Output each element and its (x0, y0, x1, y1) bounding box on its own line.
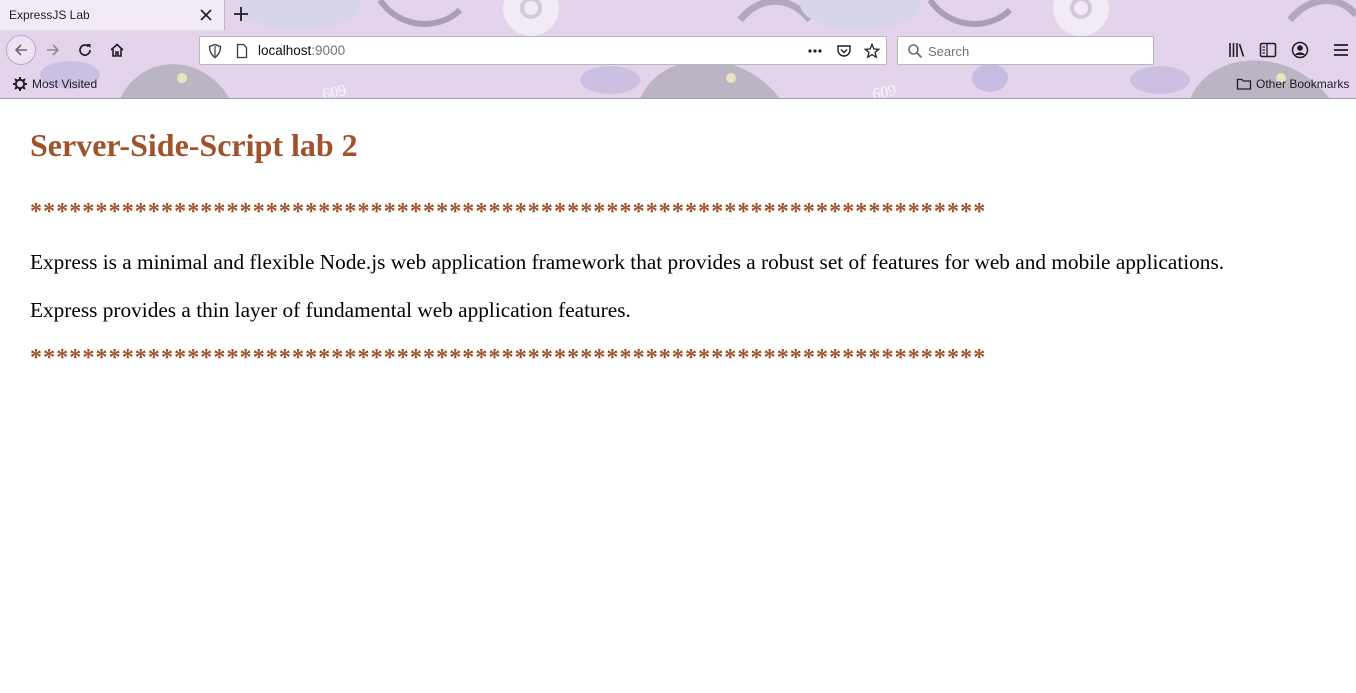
search-placeholder: Search (928, 44, 970, 59)
folder-icon (1236, 78, 1252, 90)
hamburger-menu-icon[interactable] (1331, 40, 1351, 60)
paragraph-detail: Express provides a thin layer of fundame… (30, 298, 631, 322)
tab-title: ExpressJS Lab (9, 8, 90, 22)
bookmark-label: Most Visited (32, 77, 98, 91)
navigation-toolbar: localhost:9000 Search (0, 30, 1356, 70)
browser-chrome: 609 609 ExpressJS Lab localhost:9000 Sea… (0, 0, 1356, 99)
reload-icon (79, 44, 91, 56)
forward-button[interactable] (40, 37, 66, 63)
close-icon[interactable] (197, 6, 215, 24)
reload-button[interactable] (72, 37, 98, 63)
url-port: :9000 (311, 43, 346, 58)
address-bar[interactable]: localhost:9000 (199, 36, 887, 65)
arrow-left-icon (14, 44, 27, 56)
sidebar-icon[interactable] (1258, 40, 1278, 60)
search-icon (908, 44, 923, 59)
star-icon[interactable] (864, 43, 880, 59)
shield-icon[interactable] (207, 43, 223, 59)
pocket-icon[interactable] (836, 43, 852, 59)
plus-icon[interactable] (231, 4, 251, 24)
tab-bar: ExpressJS Lab (0, 0, 1356, 30)
account-icon[interactable] (1290, 40, 1310, 60)
bookmark-most-visited[interactable]: Most Visited (12, 76, 97, 92)
arrow-right-icon (47, 44, 60, 56)
url-text: localhost:9000 (258, 43, 345, 58)
home-button[interactable] (104, 37, 130, 63)
bookmark-label: Other Bookmarks (1256, 77, 1350, 91)
page-content: Server-Side-Script lab 2 ***************… (30, 99, 1330, 372)
back-button[interactable] (6, 35, 36, 65)
url-host: localhost (258, 43, 312, 58)
bookmarks-toolbar: Most Visited Other Bookmarks (0, 70, 1356, 98)
paragraph-intro: Express is a minimal and flexible Node.j… (30, 250, 1225, 274)
asterisk-separator: ****************************************… (30, 345, 987, 371)
page-icon[interactable] (234, 43, 250, 59)
tab-expressjs-lab[interactable]: ExpressJS Lab (0, 0, 225, 30)
library-icon[interactable] (1227, 40, 1247, 60)
asterisk-separator: ****************************************… (30, 199, 987, 225)
more-icon[interactable] (807, 43, 823, 59)
search-bar[interactable]: Search (897, 36, 1154, 65)
gear-icon (13, 77, 27, 91)
home-icon (110, 43, 124, 57)
bookmark-other-bookmarks[interactable]: Other Bookmarks (1236, 76, 1349, 92)
page-title: Server-Side-Script lab 2 (30, 127, 358, 163)
